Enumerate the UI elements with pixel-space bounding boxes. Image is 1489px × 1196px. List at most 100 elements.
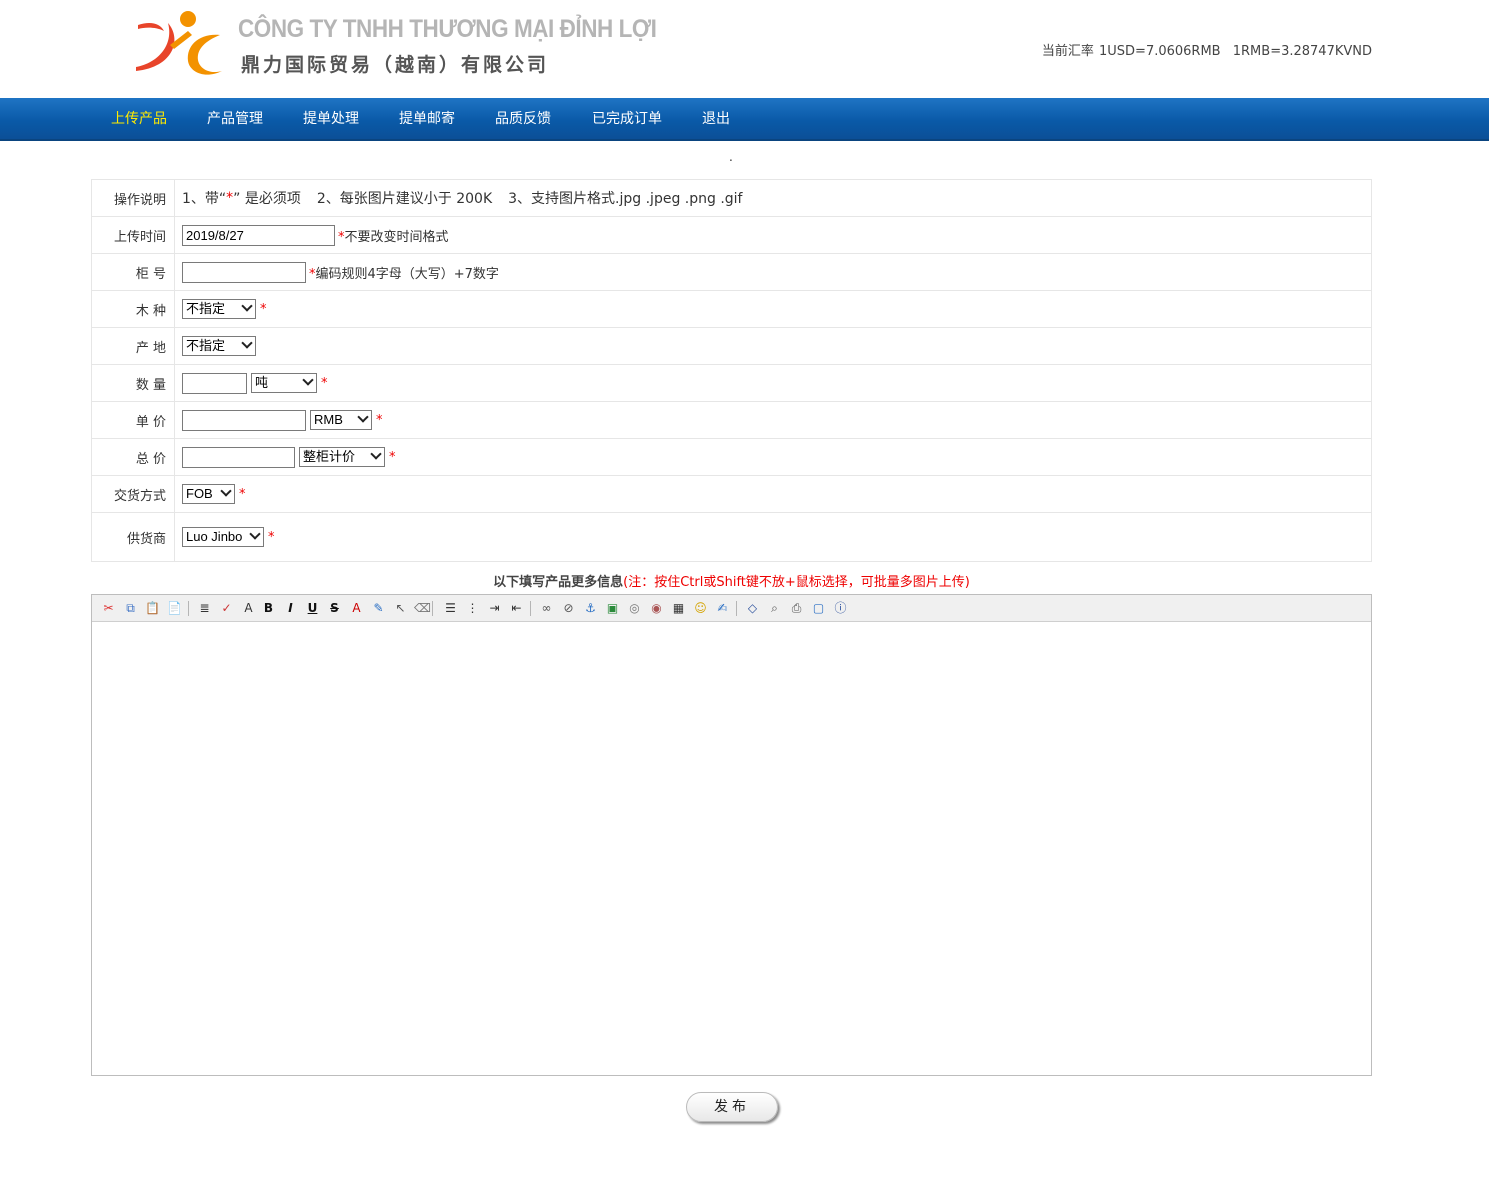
pricing-mode-select[interactable]: 整柜计价 (299, 447, 385, 467)
required-star: * (389, 449, 396, 465)
required-star: * (239, 486, 246, 502)
select-icon[interactable]: ↖ (392, 600, 409, 617)
company-name-vn: CÔNG TY TNHH THƯƠNG MẠI ĐỈNH LỢI (238, 15, 657, 43)
origin-selected: 不指定 (186, 338, 226, 353)
print-icon[interactable]: ⎙ (788, 600, 805, 617)
container-no-note: *编码规则4字母（大写）+7数字 (309, 266, 499, 282)
currency-select[interactable]: RMB (310, 410, 372, 430)
eraser-icon[interactable]: ⌫ (414, 600, 431, 617)
chevron-down-icon (249, 528, 261, 540)
publish-button[interactable]: 发布 (686, 1092, 778, 1122)
quantity-label: 数 量 (92, 365, 175, 401)
cut-icon[interactable]: ✂ (100, 600, 117, 617)
editor-toolbar: ✂ ⧉ 📋 📄 ≣ ✓ A B I U S A ✎ ↖ ⌫ ☰ ⋮ ⇥ ⇤ ∞ ⊘ ⚓ ▣ ◎ ◉ ▦ ☺ ✍ ◇ ⌕ ⎙ ▢ ⓘ (92, 595, 1371, 622)
highlight-icon[interactable]: ✎ (370, 600, 387, 617)
main-nav: 上传产品 产品管理 提单处理 提单邮寄 品质反馈 已完成订单 退出 (0, 98, 1489, 141)
row-wood: 木 种 不指定 * (92, 291, 1371, 328)
row-delivery: 交货方式 FOB * (92, 476, 1371, 513)
copy-icon[interactable]: ⧉ (122, 600, 139, 617)
instructions-star: * (226, 190, 234, 206)
row-origin: 产 地 不指定 (92, 328, 1371, 365)
required-star: * (260, 301, 267, 317)
flash-icon[interactable]: ◎ (626, 600, 643, 617)
total-price-label: 总 价 (92, 439, 175, 475)
row-upload-time: 上传时间 *不要改变时间格式 (92, 217, 1371, 254)
indent-icon[interactable]: ⇥ (486, 600, 503, 617)
toolbar-separator (530, 601, 531, 616)
logo-icon (136, 11, 222, 75)
nav-upload-product[interactable]: 上传产品 (111, 98, 167, 141)
preview-icon[interactable]: ⌕ (766, 600, 783, 617)
upload-time-input[interactable] (182, 224, 335, 246)
ordered-list-icon[interactable]: ⋮ (464, 600, 481, 617)
spellcheck-icon[interactable]: ✓ (218, 600, 235, 617)
quantity-input[interactable] (182, 372, 247, 394)
chevron-down-icon (370, 448, 382, 460)
toolbar-separator (736, 601, 737, 616)
chevron-down-icon (357, 411, 369, 423)
nav-bill-processing[interactable]: 提单处理 (303, 98, 359, 141)
chevron-down-icon (241, 337, 253, 349)
row-unit-price: 单 价 RMB * (92, 402, 1371, 439)
origin-select[interactable]: 不指定 (182, 336, 256, 356)
format-icon[interactable]: ≣ (196, 600, 213, 617)
align-icon[interactable]: ☰ (442, 600, 459, 617)
instructions-label: 操作说明 (92, 180, 175, 216)
editor-content-area[interactable] (92, 623, 1371, 1075)
edit-icon[interactable]: ✍ (714, 600, 731, 617)
upload-form: 操作说明 1、带“ *” 是必须项 2、每张图片建议小于 200K 3、支持图片格… (91, 179, 1372, 562)
strikethrough-icon[interactable]: S (326, 600, 343, 617)
outdent-icon[interactable]: ⇤ (508, 600, 525, 617)
media-icon[interactable]: ◉ (648, 600, 665, 617)
nav-product-management[interactable]: 产品管理 (207, 98, 263, 141)
unit-price-label: 单 价 (92, 402, 175, 438)
source-icon[interactable]: ◇ (744, 600, 761, 617)
nav-bill-mailing[interactable]: 提单邮寄 (399, 98, 455, 141)
font-color-icon[interactable]: A (348, 600, 365, 617)
nav-completed-orders[interactable]: 已完成订单 (592, 98, 662, 141)
origin-label: 产 地 (92, 328, 175, 364)
wood-select[interactable]: 不指定 (182, 299, 256, 319)
more-info-title: 以下填写产品更多信息(注：按住Ctrl或Shift键不放+鼠标选择，可批量多图片… (0, 571, 1463, 590)
paste-icon[interactable]: 📋 (144, 600, 161, 617)
delivery-label: 交货方式 (92, 476, 175, 512)
anchor-icon[interactable]: ⚓ (582, 600, 599, 617)
bold-icon[interactable]: B (260, 600, 277, 617)
fullscreen-icon[interactable]: ▢ (810, 600, 827, 617)
supplier-select[interactable]: Luo Jinbo (182, 527, 264, 547)
supplier-selected: Luo Jinbo (186, 529, 243, 544)
rate-usd: 1USD=7.0606RMB (1099, 44, 1221, 59)
nav-logout[interactable]: 退出 (702, 98, 730, 141)
paste-text-icon[interactable]: 📄 (166, 600, 183, 617)
dot-marker: . (729, 150, 733, 164)
italic-icon[interactable]: I (282, 600, 299, 617)
underline-icon[interactable]: U (304, 600, 321, 617)
wood-selected: 不指定 (186, 301, 226, 316)
image-icon[interactable]: ▣ (604, 600, 621, 617)
required-star: * (321, 375, 328, 391)
total-price-input[interactable] (182, 446, 295, 468)
exchange-rate: 当前汇率 1USD=7.0606RMB 1RMB=3.28747KVND (1042, 40, 1372, 59)
nav-quality-feedback[interactable]: 品质反馈 (495, 98, 551, 141)
quantity-unit-select[interactable]: 吨 (251, 373, 317, 393)
container-no-note-text: 编码规则4字母（大写）+7数字 (315, 266, 499, 282)
delivery-select[interactable]: FOB (182, 484, 235, 504)
upload-time-note-text: 不要改变时间格式 (344, 229, 449, 245)
smiley-icon[interactable]: ☺ (692, 600, 709, 617)
unit-price-input[interactable] (182, 409, 306, 431)
instructions-part1b: ” 是必须项 (233, 191, 301, 207)
font-size-icon[interactable]: A (240, 600, 257, 617)
row-supplier: 供货商 Luo Jinbo * (92, 513, 1371, 561)
instructions-text: 1、带“ *” 是必须项 2、每张图片建议小于 200K 3、支持图片格式.jpg… (175, 180, 1371, 216)
about-icon[interactable]: ⓘ (832, 600, 849, 617)
link-icon[interactable]: ∞ (538, 600, 555, 617)
row-instructions: 操作说明 1、带“ *” 是必须项 2、每张图片建议小于 200K 3、支持图片格… (92, 180, 1371, 217)
row-quantity: 数 量 吨 * (92, 365, 1371, 402)
unlink-icon[interactable]: ⊘ (560, 600, 577, 617)
table-icon[interactable]: ▦ (670, 600, 687, 617)
required-star: * (268, 529, 275, 545)
more-info-note: (注：按住Ctrl或Shift键不放+鼠标选择，可批量多图片上传) (623, 575, 970, 590)
pricing-mode-selected: 整柜计价 (303, 449, 356, 464)
container-no-input[interactable] (182, 261, 306, 283)
more-info-heading: 以下填写产品更多信息 (493, 575, 624, 590)
